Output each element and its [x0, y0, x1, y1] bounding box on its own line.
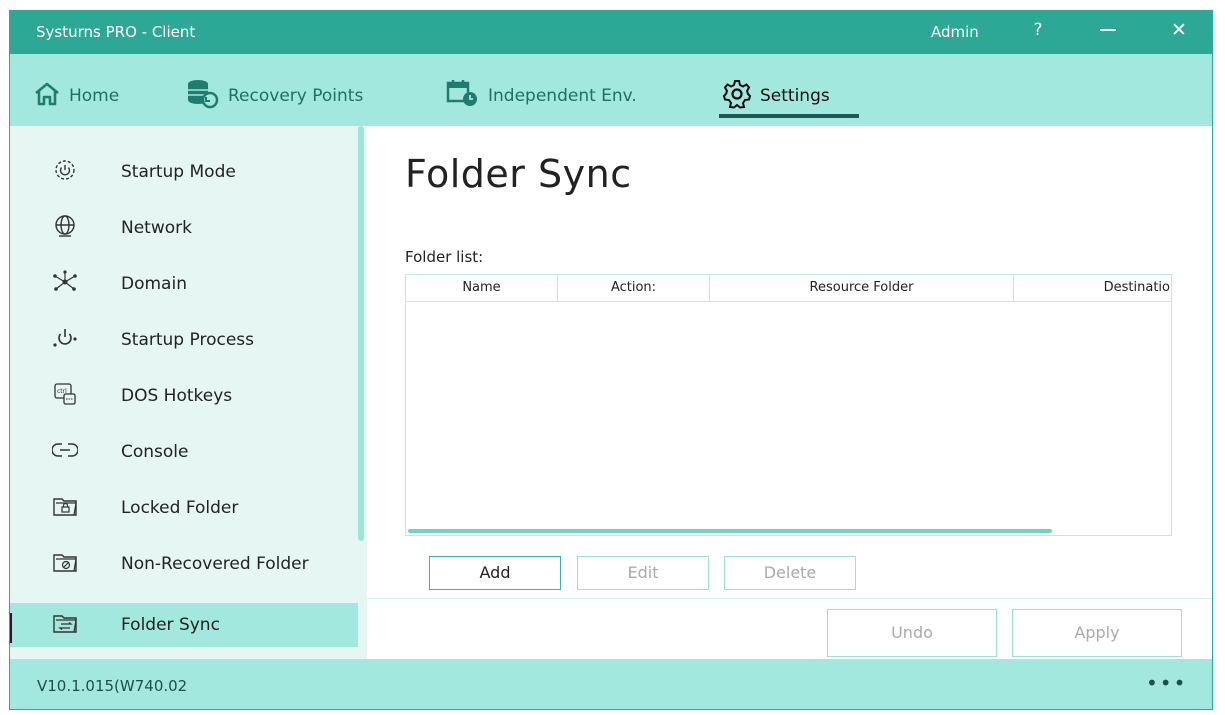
- home-icon: [33, 81, 61, 112]
- page-title: Folder Sync: [405, 152, 632, 196]
- non-recovered-folder-icon: [51, 551, 79, 578]
- power-gear-icon: [51, 158, 79, 187]
- sidebar-item-locked-folder[interactable]: Locked Folder: [10, 486, 358, 530]
- sidebar-item-console[interactable]: Console: [10, 430, 358, 474]
- folder-list-label: Folder list:: [405, 248, 484, 266]
- sidebar-item-network[interactable]: Network: [10, 206, 358, 250]
- column-header-destination[interactable]: Destinatio: [1014, 275, 1171, 301]
- locked-folder-icon: [51, 495, 79, 522]
- gear-icon: [722, 79, 752, 114]
- sidebar-item-label: DOS Hotkeys: [121, 386, 233, 406]
- calendar-clock-icon: [446, 79, 480, 114]
- delete-button[interactable]: Delete: [724, 556, 856, 590]
- ctrl-key-icon: ctrl: [51, 382, 79, 411]
- tab-settings[interactable]: Settings: [722, 78, 830, 114]
- database-restore-icon: [186, 79, 220, 114]
- domain-nodes-icon: [51, 269, 79, 299]
- sidebar-item-non-recovered-folder[interactable]: Non-Recovered Folder: [10, 542, 358, 586]
- folder-sync-icon: [51, 612, 79, 639]
- folder-list-table[interactable]: Name Action: Resource Folder Destinatio: [405, 274, 1172, 536]
- undo-button[interactable]: Undo: [827, 609, 997, 657]
- column-header-action[interactable]: Action:: [558, 275, 710, 301]
- main-panel: Folder Sync Folder list: Name Action: Re…: [367, 126, 1212, 659]
- sidebar-item-domain[interactable]: Domain: [10, 262, 358, 306]
- globe-network-icon: [51, 214, 79, 243]
- status-bar: V10.1.015(W740.02 •••: [10, 659, 1212, 709]
- sidebar-item-label: Network: [121, 218, 192, 238]
- sidebar-item-startup-mode[interactable]: Startup Mode: [10, 150, 358, 194]
- column-header-resource-folder[interactable]: Resource Folder: [710, 275, 1014, 301]
- active-item-marker: [10, 613, 12, 643]
- tab-settings-label: Settings: [760, 86, 830, 106]
- sidebar-item-label: Folder Sync: [121, 615, 220, 635]
- active-tab-indicator: [719, 114, 859, 118]
- table-header: Name Action: Resource Folder Destinatio: [406, 275, 1171, 302]
- action-divider: [367, 598, 1212, 599]
- add-button[interactable]: Add: [429, 556, 561, 590]
- tab-recovery-points[interactable]: Recovery Points: [186, 78, 363, 114]
- apply-button[interactable]: Apply: [1012, 609, 1182, 657]
- settings-sidebar: Startup Mode Network Domain Startup Proc…: [10, 126, 367, 659]
- user-menu[interactable]: Admin: [931, 23, 979, 41]
- power-process-icon: [51, 326, 79, 355]
- title-bar: Systurns PRO - Client Admin ? ✕: [10, 11, 1212, 54]
- more-options-icon[interactable]: •••: [1146, 671, 1187, 695]
- close-button[interactable]: ✕: [1171, 19, 1187, 41]
- version-label: V10.1.015(W740.02: [37, 677, 188, 695]
- tab-recovery-points-label: Recovery Points: [228, 86, 364, 106]
- sidebar-item-label: Locked Folder: [121, 498, 239, 518]
- sidebar-item-label: Startup Process: [121, 330, 254, 350]
- link-console-icon: [51, 440, 79, 465]
- table-horizontal-scrollbar[interactable]: [408, 529, 1052, 533]
- sidebar-item-label: Console: [121, 442, 189, 462]
- sidebar-item-startup-process[interactable]: Startup Process: [10, 318, 358, 362]
- window-title: Systurns PRO - Client: [36, 23, 196, 41]
- column-header-name[interactable]: Name: [406, 275, 558, 301]
- main-tab-bar: Home Recovery Points Independent Env. Se…: [10, 54, 1212, 126]
- edit-button[interactable]: Edit: [577, 556, 709, 590]
- tab-independent-env[interactable]: Independent Env.: [446, 78, 637, 114]
- sidebar-item-dos-hotkeys[interactable]: ctrl DOS Hotkeys: [10, 374, 358, 418]
- sidebar-item-label: Domain: [121, 274, 187, 294]
- minimize-button[interactable]: [1100, 29, 1116, 31]
- tab-home[interactable]: Home: [33, 78, 119, 114]
- help-button[interactable]: ?: [1028, 20, 1048, 40]
- sidebar-scrollbar[interactable]: [358, 126, 364, 541]
- tab-home-label: Home: [69, 86, 120, 106]
- sidebar-item-folder-sync[interactable]: Folder Sync: [10, 603, 358, 647]
- tab-independent-env-label: Independent Env.: [488, 86, 637, 106]
- sidebar-item-label: Non-Recovered Folder: [121, 554, 309, 574]
- sidebar-item-label: Startup Mode: [121, 162, 236, 182]
- app-window: Systurns PRO - Client Admin ? ✕ Home Rec…: [9, 10, 1213, 710]
